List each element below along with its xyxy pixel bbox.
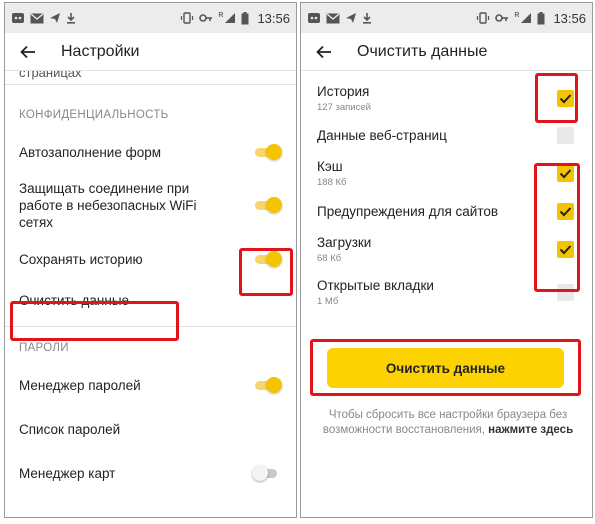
clock: 13:56	[257, 10, 290, 26]
check-icon	[559, 206, 572, 216]
downloads-checkbox[interactable]	[557, 240, 574, 258]
setting-autofill[interactable]: Автозаполнение форм	[5, 143, 296, 161]
back-button[interactable]	[17, 41, 39, 63]
back-button[interactable]	[313, 41, 335, 63]
clear-data-button[interactable]: Очистить данные	[327, 348, 564, 388]
setting-password-list-label: Список паролей	[19, 421, 121, 437]
password-manager-toggle[interactable]	[254, 377, 282, 393]
clear-data-screen: R 13:56 Очистить данные История 127 запис…	[300, 2, 593, 518]
setting-clear-data[interactable]: Очистить данные	[5, 288, 296, 312]
check-icon	[559, 168, 572, 178]
signal-icon	[521, 13, 532, 23]
app-bar: Настройки	[5, 33, 296, 71]
setting-secure-wifi-label: Защищать соединение при работе в небезоп…	[19, 180, 197, 230]
web-data-checkbox[interactable]	[557, 126, 574, 144]
site-warnings-checkbox[interactable]	[557, 202, 574, 220]
autofill-toggle[interactable]	[254, 144, 282, 160]
check-icon	[559, 93, 572, 103]
save-history-toggle[interactable]	[254, 251, 282, 267]
page-title: Настройки	[61, 42, 140, 60]
notification-icon	[308, 13, 320, 23]
divider	[5, 326, 296, 327]
vibrate-icon	[477, 12, 490, 24]
cache-checkbox[interactable]	[557, 164, 574, 182]
status-bar: R 13:56	[301, 3, 592, 33]
clear-item-size: 127 записей	[317, 102, 371, 113]
download-icon	[67, 13, 75, 24]
cut-item-label: страницах	[19, 71, 82, 80]
secure-wifi-toggle[interactable]	[254, 197, 282, 213]
setting-secure-wifi[interactable]: Защищать соединение при работе в небезоп…	[5, 179, 296, 231]
battery-icon	[537, 11, 545, 24]
mail-icon	[326, 13, 340, 23]
mail-icon	[30, 13, 44, 23]
clear-item-size: 68 Кб	[317, 253, 342, 264]
card-manager-toggle[interactable]	[252, 465, 280, 481]
send-icon	[346, 13, 356, 23]
clear-item-size: 1 Мб	[317, 296, 339, 307]
clear-item-size: 188 Кб	[317, 177, 347, 188]
list-item-cut[interactable]: страницах	[5, 71, 296, 85]
clock: 13:56	[553, 10, 586, 26]
page-title: Очистить данные	[357, 42, 488, 60]
key-icon	[199, 14, 213, 22]
clear-item-downloads[interactable]: Загрузки 68 Кб	[301, 234, 592, 264]
settings-screen: R 13:56 Настройки страницах КОНФИДЕНЦИАЛ…	[4, 2, 297, 518]
clear-item-history[interactable]: История 127 записей	[301, 83, 592, 113]
download-icon	[363, 13, 371, 24]
send-icon	[50, 13, 60, 23]
setting-clear-data-label: Очистить данные	[19, 292, 130, 308]
clear-item-open-tabs[interactable]: Открытые вкладки 1 Мб	[301, 277, 592, 307]
app-bar: Очистить данные	[301, 33, 592, 71]
battery-icon	[241, 11, 249, 24]
setting-card-manager[interactable]: Менеджер карт	[5, 464, 296, 482]
setting-card-manager-label: Менеджер карт	[19, 465, 116, 481]
clear-item-site-warnings[interactable]: Предупреждения для сайтов	[301, 201, 592, 221]
notification-icon	[12, 13, 24, 23]
signal-roaming-label: R	[514, 11, 520, 19]
clear-item-label: Загрузки	[317, 235, 372, 250]
arrow-left-icon	[316, 45, 331, 58]
vibrate-icon	[181, 12, 194, 24]
arrow-left-icon	[20, 45, 35, 58]
status-bar: R 13:56	[5, 3, 296, 33]
clear-item-label: История	[317, 84, 370, 99]
clear-item-cache[interactable]: Кэш 188 Кб	[301, 158, 592, 188]
history-checkbox[interactable]	[557, 89, 574, 107]
setting-password-list[interactable]: Список паролей	[5, 420, 296, 438]
clear-item-label: Предупреждения для сайтов	[317, 203, 499, 219]
key-icon	[495, 14, 509, 22]
clear-item-label: Данные веб-страниц	[317, 127, 447, 143]
signal-icon	[225, 13, 236, 23]
setting-save-history[interactable]: Сохранять историю	[5, 247, 296, 271]
reset-settings-text: Чтобы сбросить все настройки браузера бе…	[313, 408, 583, 438]
clear-item-label: Кэш	[317, 159, 343, 174]
check-icon	[559, 244, 572, 254]
reset-link[interactable]: нажмите здесь	[488, 424, 573, 436]
setting-password-manager-label: Менеджер паролей	[19, 377, 141, 393]
open-tabs-checkbox[interactable]	[557, 283, 574, 301]
section-privacy: КОНФИДЕНЦИАЛЬНОСТЬ	[19, 109, 169, 121]
clear-item-label: Открытые вкладки	[317, 278, 434, 293]
section-passwords: ПАРОЛИ	[19, 342, 69, 354]
signal-roaming-label: R	[218, 11, 224, 19]
clear-item-web-data[interactable]: Данные веб-страниц	[301, 125, 592, 145]
setting-password-manager[interactable]: Менеджер паролей	[5, 376, 296, 394]
setting-save-history-label: Сохранять историю	[19, 251, 143, 267]
setting-autofill-label: Автозаполнение форм	[19, 144, 161, 160]
